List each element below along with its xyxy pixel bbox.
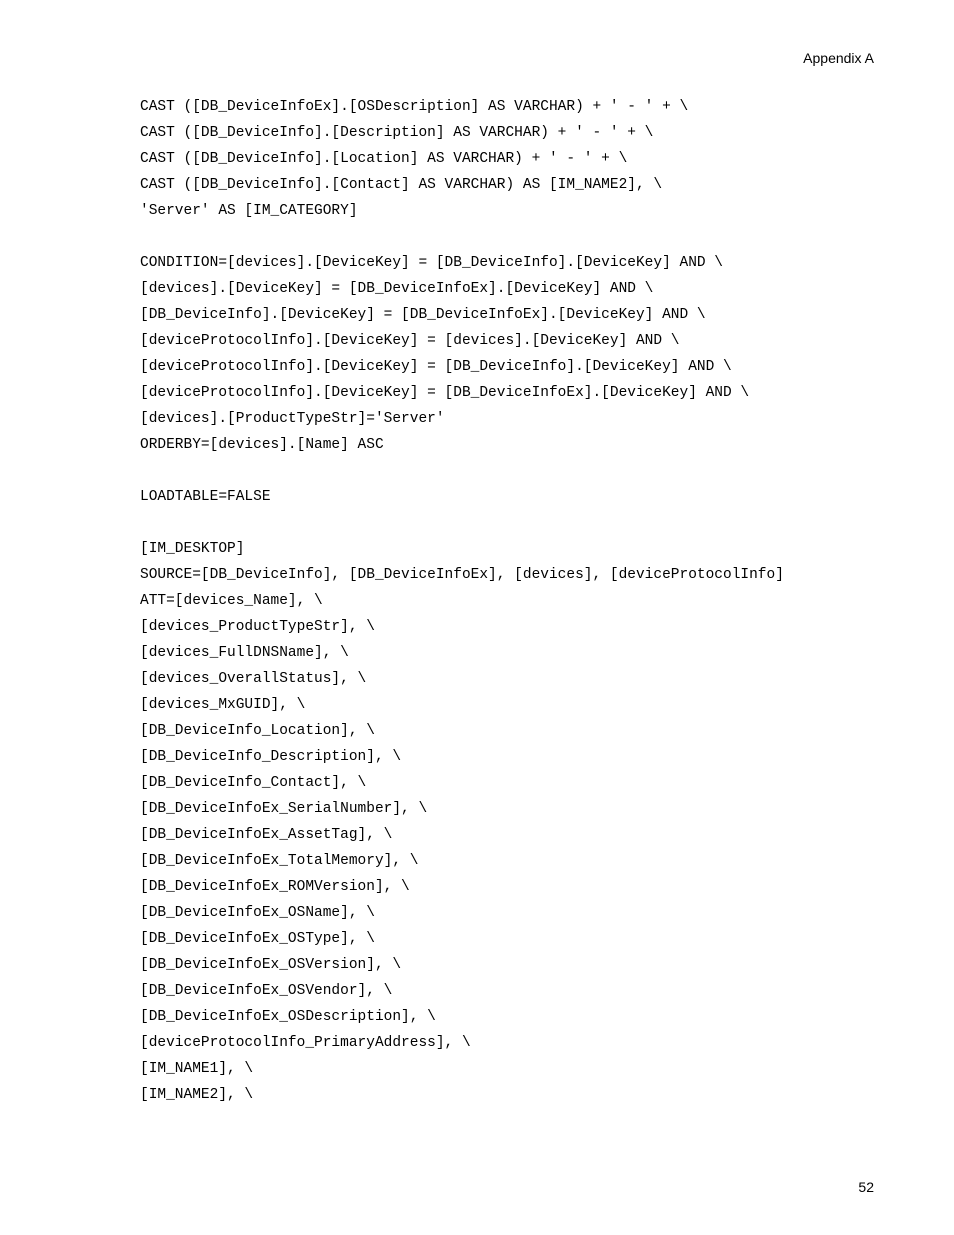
page-header: Appendix A xyxy=(140,50,874,66)
page-number: 52 xyxy=(858,1179,874,1195)
document-page: Appendix A CAST ([DB_DeviceInfoEx].[OSDe… xyxy=(0,0,954,1235)
code-block: CAST ([DB_DeviceInfoEx].[OSDescription] … xyxy=(140,94,874,1108)
